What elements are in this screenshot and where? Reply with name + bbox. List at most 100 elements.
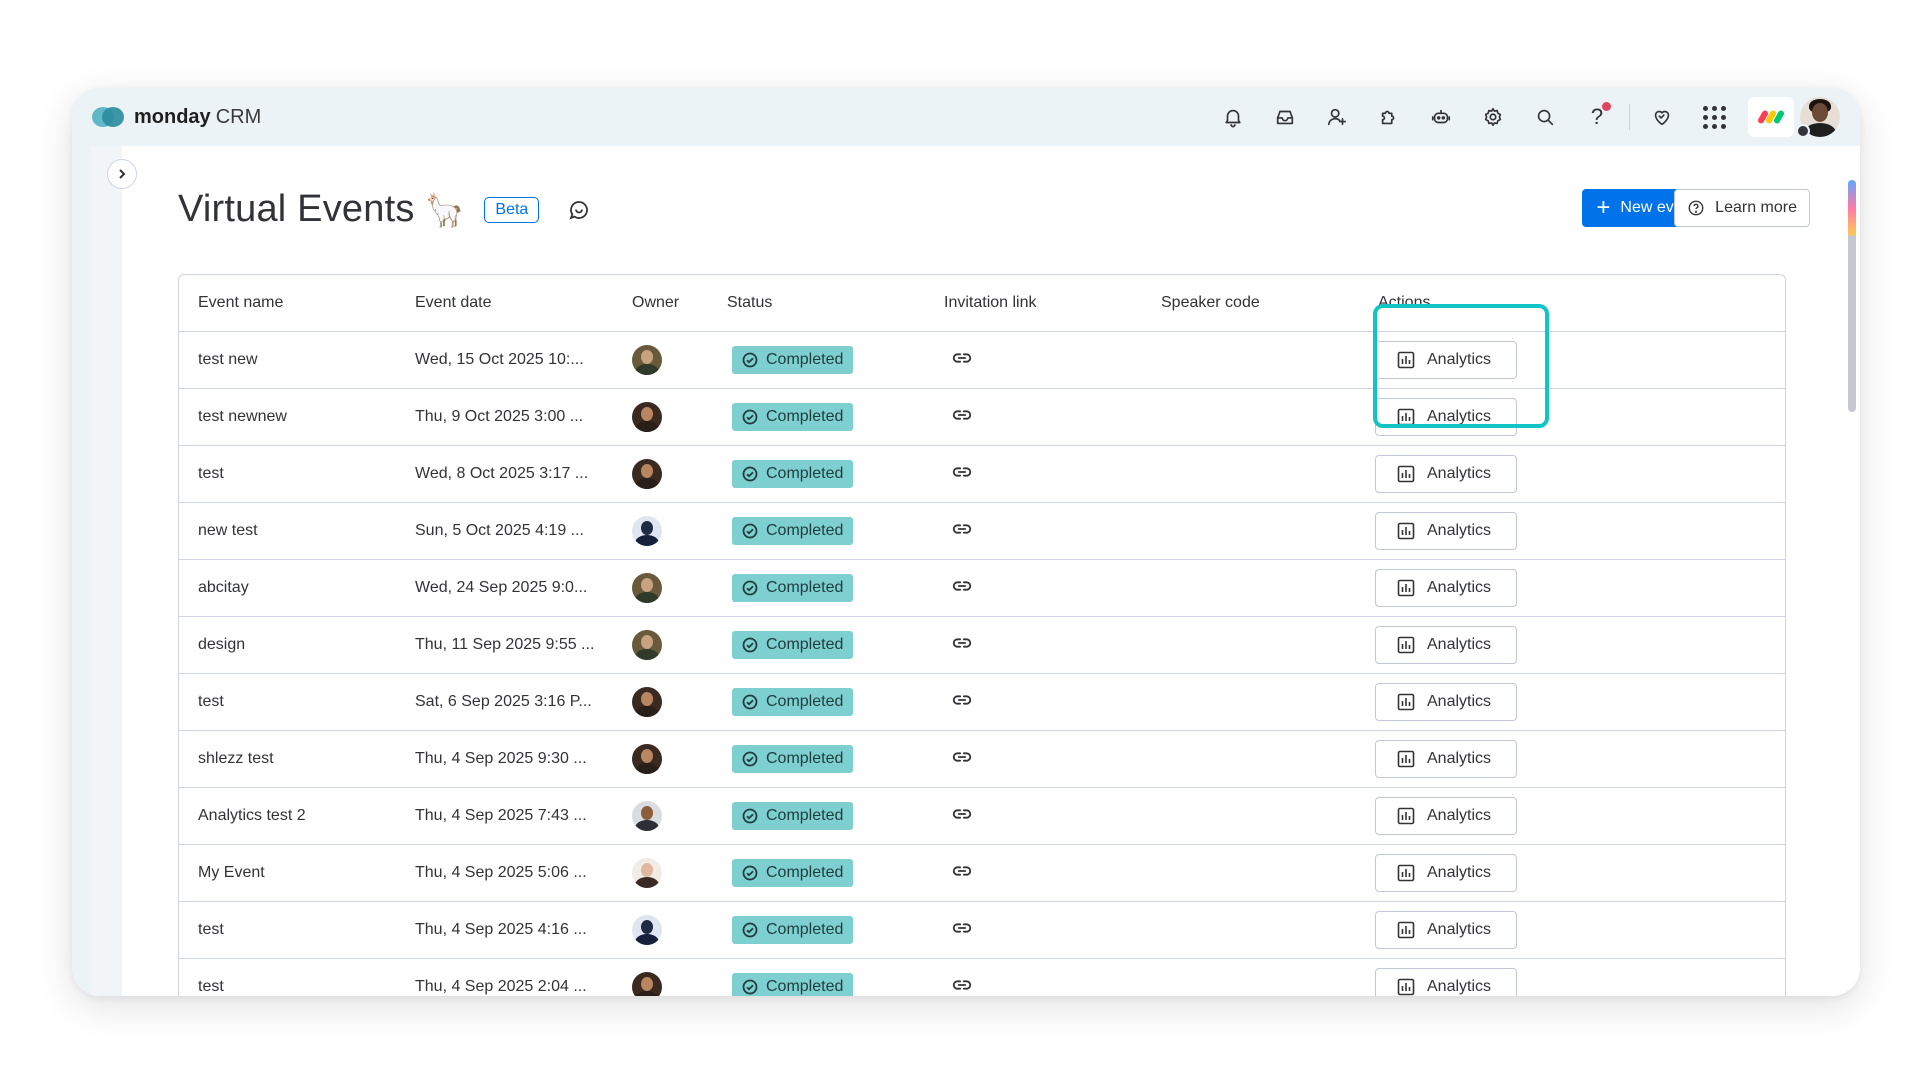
event-name[interactable]: test — [179, 693, 396, 711]
ai-assistant-button[interactable] — [1415, 97, 1467, 137]
table-row[interactable]: My Event Thu, 4 Sep 2025 5:06 ... Comple… — [179, 845, 1785, 902]
table-row[interactable]: test Thu, 4 Sep 2025 4:16 ... Completed … — [179, 902, 1785, 959]
copy-invitation-link-button[interactable] — [944, 352, 973, 373]
page-header: Virtual Events 🦙 Beta — [178, 188, 591, 231]
expand-sidebar-button[interactable] — [107, 159, 137, 189]
owner-avatar[interactable] — [632, 858, 662, 888]
integrations-button[interactable] — [1363, 97, 1415, 137]
analytics-label: Analytics — [1427, 921, 1492, 938]
copy-invitation-link-button[interactable] — [944, 466, 973, 487]
apps-button[interactable] — [1688, 97, 1740, 137]
invite-members-button[interactable] — [1311, 97, 1363, 137]
table-row[interactable]: shlezz test Thu, 4 Sep 2025 9:30 ... Com… — [179, 731, 1785, 788]
actions-cell: Analytics — [1359, 854, 1779, 892]
analytics-button[interactable]: Analytics — [1375, 455, 1517, 493]
invitation-link-cell — [925, 461, 1142, 488]
heart-icon — [1654, 110, 1670, 126]
event-name[interactable]: new test — [179, 522, 396, 540]
table-row[interactable]: test new Wed, 15 Oct 2025 10:... Complet… — [179, 332, 1785, 389]
event-name[interactable]: test newnew — [179, 408, 396, 426]
owner-avatar[interactable] — [632, 459, 662, 489]
event-name[interactable]: Analytics test 2 — [179, 807, 396, 825]
event-name[interactable]: My Event — [179, 864, 396, 882]
product-switcher[interactable] — [1748, 97, 1794, 137]
analytics-button[interactable]: Analytics — [1375, 854, 1517, 892]
table-row[interactable]: test newnew Thu, 9 Oct 2025 3:00 ... Com… — [179, 389, 1785, 446]
favorites-button[interactable] — [1636, 97, 1688, 137]
analytics-button[interactable]: Analytics — [1375, 398, 1517, 436]
owner-avatar[interactable] — [632, 345, 662, 375]
owner-avatar[interactable] — [632, 630, 662, 660]
analytics-button[interactable]: Analytics — [1375, 683, 1517, 721]
owner-avatar[interactable] — [632, 801, 662, 831]
table-row[interactable]: design Thu, 11 Sep 2025 9:55 ... Complet… — [179, 617, 1785, 674]
copy-invitation-link-button[interactable] — [944, 808, 973, 829]
link-icon — [952, 751, 972, 762]
analytics-button[interactable]: Analytics — [1375, 512, 1517, 550]
header-actions: Actions — [1378, 294, 1431, 311]
copy-invitation-link-button[interactable] — [944, 751, 973, 772]
copy-invitation-link-button[interactable] — [944, 637, 973, 658]
owner-avatar[interactable] — [632, 573, 662, 603]
analytics-button[interactable]: Analytics — [1375, 341, 1517, 379]
analytics-label: Analytics — [1427, 978, 1492, 995]
owner-avatar[interactable] — [632, 972, 662, 996]
owner-avatar[interactable] — [632, 402, 662, 432]
event-date: Thu, 4 Sep 2025 9:30 ... — [415, 750, 587, 767]
help-button[interactable]: ? — [1571, 97, 1623, 137]
status-cell: Completed — [708, 802, 925, 830]
table-row[interactable]: new test Sun, 5 Oct 2025 4:19 ... Comple… — [179, 503, 1785, 560]
copy-invitation-link-button[interactable] — [944, 694, 973, 715]
actions-cell: Analytics — [1359, 341, 1779, 379]
event-name[interactable]: test — [179, 978, 396, 996]
event-name[interactable]: test — [179, 465, 396, 483]
brand-product: CRM — [215, 105, 262, 128]
table-row[interactable]: abcitay Wed, 24 Sep 2025 9:0... Complete… — [179, 560, 1785, 617]
status-cell: Completed — [708, 574, 925, 602]
notification-dot — [1602, 102, 1611, 111]
analytics-button[interactable]: Analytics — [1375, 626, 1517, 664]
robot-icon — [1431, 109, 1451, 124]
event-date: Wed, 15 Oct 2025 10:... — [415, 351, 584, 368]
table-row[interactable]: Analytics test 2 Thu, 4 Sep 2025 7:43 ..… — [179, 788, 1785, 845]
copy-invitation-link-button[interactable] — [944, 409, 973, 430]
link-icon — [952, 580, 972, 591]
event-name[interactable]: shlezz test — [179, 750, 396, 768]
inbox-button[interactable] — [1259, 97, 1311, 137]
table-row[interactable]: test Sat, 6 Sep 2025 3:16 P... Completed… — [179, 674, 1785, 731]
search-button[interactable] — [1519, 97, 1571, 137]
event-name[interactable]: test — [179, 921, 396, 939]
owner-avatar[interactable] — [632, 687, 662, 717]
check-circle-icon — [742, 751, 758, 767]
event-name[interactable]: design — [179, 636, 396, 654]
copy-invitation-link-button[interactable] — [944, 922, 973, 943]
analytics-button[interactable]: Analytics — [1375, 911, 1517, 949]
owner-avatar[interactable] — [632, 516, 662, 546]
analytics-button[interactable]: Analytics — [1375, 797, 1517, 835]
analytics-label: Analytics — [1427, 750, 1492, 767]
learn-more-button[interactable]: Learn more — [1674, 189, 1810, 227]
event-date: Sun, 5 Oct 2025 4:19 ... — [415, 522, 584, 539]
copy-invitation-link-button[interactable] — [944, 979, 973, 997]
notifications-button[interactable] — [1207, 97, 1259, 137]
table-row[interactable]: test Wed, 8 Oct 2025 3:17 ... Completed … — [179, 446, 1785, 503]
copy-invitation-link-button[interactable] — [944, 865, 973, 886]
analytics-button[interactable]: Analytics — [1375, 740, 1517, 778]
owner-avatar[interactable] — [632, 744, 662, 774]
header-speaker-code: Speaker code — [1161, 294, 1260, 311]
chart-icon — [1397, 522, 1415, 540]
feedback-button[interactable] — [567, 198, 591, 222]
event-name[interactable]: abcitay — [179, 579, 396, 597]
event-name[interactable]: test new — [179, 351, 396, 369]
table-row[interactable]: test Thu, 4 Sep 2025 2:04 ... Completed … — [179, 959, 1785, 996]
actions-cell: Analytics — [1359, 455, 1779, 493]
copy-invitation-link-button[interactable] — [944, 580, 973, 601]
copy-invitation-link-button[interactable] — [944, 523, 973, 544]
analytics-button[interactable]: Analytics — [1375, 968, 1517, 996]
brand[interactable]: monday CRM — [92, 106, 261, 129]
analytics-button[interactable]: Analytics — [1375, 569, 1517, 607]
event-date: Thu, 4 Sep 2025 2:04 ... — [415, 978, 587, 995]
owner-avatar[interactable] — [632, 915, 662, 945]
settings-button[interactable] — [1467, 97, 1519, 137]
chart-icon — [1397, 636, 1415, 654]
